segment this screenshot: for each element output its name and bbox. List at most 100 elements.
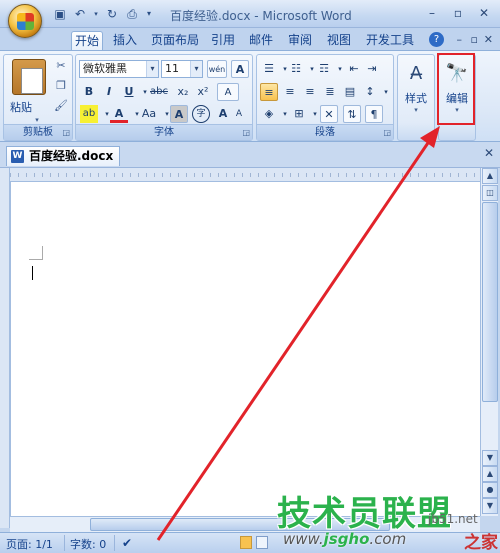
font-size-combo[interactable]: 11 ▾ bbox=[161, 60, 203, 78]
paste-button-label[interactable]: 粘贴 bbox=[10, 99, 32, 115]
page-count-status[interactable]: 页面: 1/1 bbox=[6, 536, 53, 552]
tab-insert[interactable]: 插入 bbox=[110, 31, 140, 50]
font-group: 微软雅黑 ▾ 11 ▾ wén A B I U ▾ abc x₂ x² A ab… bbox=[75, 54, 253, 141]
horizontal-ruler[interactable] bbox=[10, 168, 480, 182]
tab-review[interactable]: 审阅 bbox=[285, 31, 315, 50]
proofing-icon[interactable]: ✔ bbox=[122, 536, 132, 550]
watermark-main-text: 技术员联盟 bbox=[277, 494, 452, 534]
ribbon: 粘贴 ▾ ✂ ❐ 🖌 剪贴板 ◲ 微软雅黑 ▾ 11 ▾ wén A B I U… bbox=[0, 50, 500, 142]
doc-close-icon[interactable]: ✕ bbox=[484, 33, 493, 46]
line-spacing-dropdown-icon[interactable]: ▾ bbox=[377, 83, 395, 101]
document-page[interactable] bbox=[10, 182, 480, 516]
annotation-highlight-box bbox=[437, 53, 475, 125]
decrease-indent-icon[interactable]: ⇤ bbox=[345, 60, 363, 78]
full-screen-view-icon[interactable] bbox=[256, 536, 268, 549]
font-name-combo[interactable]: 微软雅黑 ▾ bbox=[79, 60, 159, 78]
scroll-down-icon[interactable]: ▼ bbox=[482, 450, 498, 466]
undo-dropdown-icon[interactable]: ▾ bbox=[92, 6, 100, 22]
document-tab[interactable]: W 百度经验.docx bbox=[6, 146, 121, 166]
print-layout-view-icon[interactable] bbox=[240, 536, 252, 549]
distributed-icon[interactable]: ▤ bbox=[341, 83, 359, 101]
margin-corner-mark bbox=[29, 246, 43, 260]
select-browse-object-icon[interactable]: ● bbox=[482, 482, 498, 498]
format-painter-icon[interactable]: 🖌 bbox=[54, 99, 68, 113]
show-marks-icon[interactable]: ¶ bbox=[365, 105, 383, 123]
styles-label: 样式 bbox=[405, 92, 427, 105]
justify-icon[interactable]: ≣ bbox=[321, 83, 339, 101]
text-highlight-button[interactable]: ab bbox=[80, 105, 98, 123]
word-count-status[interactable]: 字数: 0 bbox=[70, 536, 106, 552]
paragraph-launcher-icon[interactable]: ◲ bbox=[383, 128, 391, 137]
tab-mailings[interactable]: 邮件 bbox=[246, 31, 276, 50]
font-size-dropdown-icon[interactable]: ▾ bbox=[190, 61, 202, 77]
document-tab-label: 百度经验.docx bbox=[29, 149, 114, 163]
font-launcher-icon[interactable]: ◲ bbox=[242, 128, 250, 137]
watermark-site: jb51.net bbox=[428, 512, 478, 526]
scroll-up-icon[interactable]: ▲ bbox=[482, 168, 498, 184]
char-shading-button[interactable]: A bbox=[170, 105, 188, 123]
char-border-button[interactable]: A bbox=[231, 60, 249, 78]
close-button[interactable]: ✕ bbox=[474, 4, 494, 22]
status-separator bbox=[114, 535, 115, 551]
doc-restore-icon[interactable]: ▫ bbox=[471, 33, 478, 46]
bold-button[interactable]: B bbox=[80, 83, 98, 101]
font-name-value: 微软雅黑 bbox=[83, 62, 127, 75]
ribbon-minimize-icon[interactable]: – bbox=[457, 33, 463, 46]
paste-icon[interactable] bbox=[12, 59, 46, 95]
cut-icon[interactable]: ✂ bbox=[54, 59, 68, 73]
tab-view[interactable]: 视图 bbox=[324, 31, 354, 50]
previous-page-icon[interactable]: ▲ bbox=[482, 466, 498, 482]
vertical-ruler[interactable] bbox=[0, 168, 10, 528]
watermark-url: www.jsgho.com bbox=[283, 530, 406, 548]
word-doc-icon: W bbox=[11, 150, 24, 163]
qat-customize-icon[interactable]: ▾ bbox=[144, 6, 154, 22]
next-page-icon[interactable]: ▼ bbox=[482, 498, 498, 514]
vertical-scroll-thumb[interactable] bbox=[482, 202, 498, 402]
change-case-button[interactable]: Aa bbox=[140, 105, 158, 123]
subscript-button[interactable]: x₂ bbox=[174, 83, 192, 101]
tab-page-layout[interactable]: 页面布局 bbox=[148, 31, 202, 50]
office-button[interactable] bbox=[8, 4, 42, 38]
increase-indent-icon[interactable]: ⇥ bbox=[363, 60, 381, 78]
align-center-icon[interactable]: ≡ bbox=[281, 83, 299, 101]
styles-button[interactable]: A̶ 样式 ▾ bbox=[400, 58, 432, 126]
tab-home[interactable]: 开始 bbox=[71, 31, 104, 50]
enclosed-char-button[interactable]: 字 bbox=[192, 105, 210, 123]
maximize-button[interactable]: ▫ bbox=[448, 4, 468, 22]
shrink-font-button[interactable]: A bbox=[230, 105, 248, 123]
print-preview-icon[interactable]: ⎙ bbox=[124, 6, 140, 22]
watermark-url-suffix: .com bbox=[369, 530, 407, 548]
phonetic-guide-button[interactable]: wén bbox=[207, 60, 227, 78]
document-close-icon[interactable]: ✕ bbox=[484, 146, 494, 160]
font-color-button[interactable]: A bbox=[110, 105, 128, 123]
window-title: 百度经验.docx - Microsoft Word bbox=[170, 9, 352, 23]
sort-icon[interactable]: ⇅ bbox=[343, 105, 361, 123]
align-left-icon[interactable]: ≡ bbox=[260, 83, 278, 101]
tab-developer[interactable]: 开发工具 bbox=[363, 31, 417, 50]
styles-group: A̶ 样式 ▾ bbox=[397, 54, 435, 141]
paragraph-group: ☰ ▾ ☷ ▾ ☶ ▾ ⇤ ⇥ ≡ ≡ ≡ ≣ ▤ ↕ ▾ ◈ ▾ ⊞ ▾ ✕ … bbox=[256, 54, 394, 141]
italic-button[interactable]: I bbox=[100, 83, 118, 101]
strikethrough-button[interactable]: abc bbox=[150, 83, 168, 101]
office-logo-icon bbox=[17, 13, 34, 30]
ruler-toggle-icon[interactable]: ◫ bbox=[482, 185, 498, 201]
minimize-button[interactable]: – bbox=[422, 4, 442, 22]
save-icon[interactable]: ▣ bbox=[52, 6, 68, 22]
text-caret bbox=[32, 266, 33, 280]
font-name-dropdown-icon[interactable]: ▾ bbox=[146, 61, 158, 77]
copy-icon[interactable]: ❐ bbox=[54, 79, 68, 93]
tab-references[interactable]: 引用 bbox=[208, 31, 238, 50]
clear-formatting-button[interactable]: A bbox=[217, 83, 239, 101]
document-tab-bar: W 百度经验.docx ✕ bbox=[0, 142, 500, 168]
chinese-layout-icon[interactable]: ✕ bbox=[320, 105, 338, 123]
align-right-icon[interactable]: ≡ bbox=[301, 83, 319, 101]
superscript-button[interactable]: x² bbox=[194, 83, 212, 101]
undo-icon[interactable]: ↶ bbox=[72, 6, 88, 22]
vertical-scrollbar[interactable]: ▲ ◫ ▼ ▲ ● ▼ bbox=[480, 168, 498, 516]
clipboard-launcher-icon[interactable]: ◲ bbox=[62, 128, 70, 137]
help-icon[interactable]: ? bbox=[429, 32, 444, 47]
title-bar: ▣ ↶ ▾ ↻ ⎙ ▾ 百度经验.docx - Microsoft Word –… bbox=[0, 0, 500, 38]
watermark-url-prefix: www. bbox=[283, 530, 324, 548]
font-group-label: 字体 bbox=[76, 124, 252, 140]
redo-icon[interactable]: ↻ bbox=[104, 6, 120, 22]
